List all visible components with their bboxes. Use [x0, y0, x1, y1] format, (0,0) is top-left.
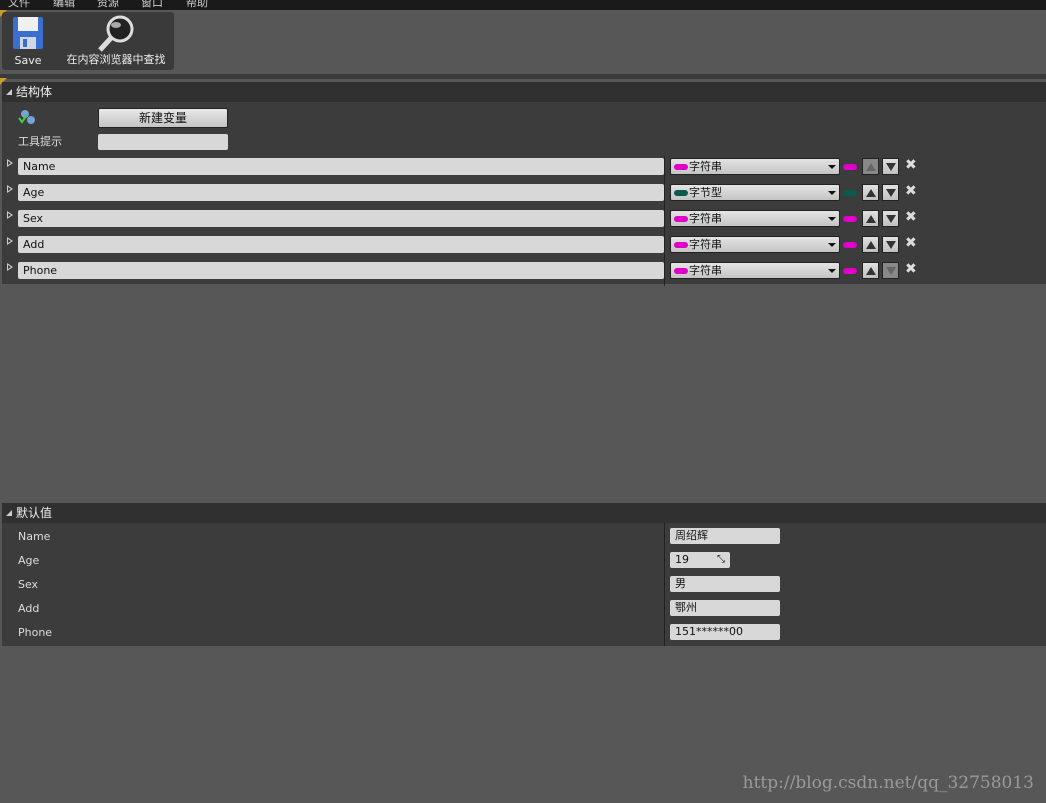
- find-label: 在内容浏览器中查找: [66, 53, 166, 66]
- type-pill-icon: [674, 242, 688, 248]
- type-label: 字符串: [689, 212, 722, 225]
- default-label: Sex: [18, 578, 39, 591]
- variable-type-select[interactable]: 字符串: [670, 236, 840, 253]
- variable-type-select[interactable]: 字符串: [670, 262, 840, 279]
- struct-panel-title: 结构体: [16, 85, 53, 99]
- variable-row: Add 字符串 ✖: [2, 234, 1046, 260]
- struct-panel: 新建变量 工具提示 Name 字符串 ✖ Age 字节型 ✖ Sex 字符串 ✖…: [2, 102, 1046, 286]
- move-down-button[interactable]: [882, 262, 899, 279]
- default-value-input[interactable]: 男: [670, 576, 780, 592]
- expand-arrow-icon[interactable]: [7, 159, 13, 167]
- delete-icon[interactable]: ✖: [905, 209, 917, 225]
- magnifier-icon: [98, 15, 134, 52]
- move-up-button[interactable]: [862, 262, 879, 279]
- separator: [0, 74, 1046, 79]
- move-up-button[interactable]: [862, 158, 879, 175]
- expand-arrow-icon[interactable]: [7, 185, 13, 193]
- toolbar: Save 在内容浏览器中查找: [2, 12, 174, 70]
- default-row: Name 周绍辉: [2, 525, 1046, 549]
- default-value-input[interactable]: 19 ⤡: [670, 552, 730, 568]
- variable-row: Name 字符串 ✖: [2, 156, 1046, 182]
- container-type-icon[interactable]: [843, 164, 857, 170]
- variable-type-select[interactable]: 字符串: [670, 210, 840, 227]
- delete-icon[interactable]: ✖: [905, 157, 917, 173]
- tooltip-input[interactable]: [98, 134, 228, 150]
- default-label: Age: [18, 554, 40, 567]
- move-down-button[interactable]: [882, 184, 899, 201]
- container-type-icon[interactable]: [843, 190, 857, 196]
- menu-file[interactable]: 文件: [8, 0, 30, 10]
- type-label: 字符串: [689, 264, 722, 277]
- floppy-disk-icon: [13, 17, 43, 49]
- expand-arrow-icon[interactable]: [7, 263, 13, 271]
- collapse-icon: [6, 89, 12, 95]
- container-type-icon[interactable]: [843, 242, 857, 248]
- dropdown-arrow-icon: [828, 165, 836, 169]
- move-up-button[interactable]: [862, 236, 879, 253]
- type-pill-icon: [674, 164, 688, 170]
- menu-edit[interactable]: 编辑: [53, 0, 75, 10]
- type-pill-icon: [674, 268, 688, 274]
- default-label: Phone: [18, 626, 53, 639]
- type-pill-icon: [674, 216, 688, 222]
- delete-icon[interactable]: ✖: [905, 183, 917, 199]
- default-row: Phone 151******00: [2, 621, 1046, 645]
- container-type-icon[interactable]: [843, 268, 857, 274]
- move-down-button[interactable]: [882, 158, 899, 175]
- variable-row: Phone 字符串 ✖: [2, 260, 1046, 286]
- container-type-icon[interactable]: [843, 216, 857, 222]
- dropdown-arrow-icon: [828, 217, 836, 221]
- defaults-panel-title: 默认值: [16, 506, 53, 520]
- type-label: 字符串: [689, 160, 722, 173]
- new-variable-button[interactable]: 新建变量: [98, 108, 228, 128]
- menu-bar: 文件 编辑 资源 窗口 帮助: [0, 0, 1046, 10]
- variable-type-select[interactable]: 字节型: [670, 184, 840, 201]
- default-value-input[interactable]: 鄂州: [670, 600, 780, 616]
- dropdown-arrow-icon: [828, 243, 836, 247]
- default-value-input[interactable]: 周绍辉: [670, 528, 780, 544]
- save-button[interactable]: Save: [4, 12, 52, 70]
- default-label: Name: [18, 530, 51, 543]
- type-pill-icon: [674, 190, 688, 196]
- expand-arrow-icon[interactable]: [7, 237, 13, 245]
- delete-icon[interactable]: ✖: [905, 235, 917, 251]
- move-down-button[interactable]: [882, 210, 899, 227]
- save-label: Save: [14, 54, 42, 67]
- watermark: http://blog.csdn.net/qq_32758013: [742, 773, 1034, 793]
- default-row: Sex 男: [2, 573, 1046, 597]
- default-row: Add 鄂州: [2, 597, 1046, 621]
- type-label: 字节型: [689, 186, 722, 199]
- variable-name-input[interactable]: Name: [18, 158, 664, 175]
- dropdown-arrow-icon: [828, 269, 836, 273]
- default-row: Age 19 ⤡: [2, 549, 1046, 573]
- menu-help[interactable]: 帮助: [186, 0, 208, 10]
- find-in-content-browser-button[interactable]: 在内容浏览器中查找: [58, 12, 174, 70]
- variable-name-input[interactable]: Sex: [18, 210, 664, 227]
- menu-asset[interactable]: 资源: [97, 0, 119, 10]
- menu-window[interactable]: 窗口: [141, 0, 163, 10]
- defaults-panel: Name 周绍辉 Age 19 ⤡ Sex 男 Add 鄂州 Phone 151*****…: [2, 523, 1046, 646]
- struct-panel-header[interactable]: 结构体: [2, 82, 1046, 102]
- type-label: 字符串: [689, 238, 722, 251]
- collapse-icon: [6, 510, 12, 516]
- variable-name-input[interactable]: Phone: [18, 262, 664, 279]
- variable-row: Sex 字符串 ✖: [2, 208, 1046, 234]
- delete-icon[interactable]: ✖: [905, 261, 917, 277]
- move-up-button[interactable]: [862, 184, 879, 201]
- defaults-panel-header[interactable]: 默认值: [2, 503, 1046, 523]
- dropdown-arrow-icon: [828, 191, 836, 195]
- variable-name-input[interactable]: Age: [18, 184, 664, 201]
- variable-type-select[interactable]: 字符串: [670, 158, 840, 175]
- gear-check-icon: [18, 110, 35, 124]
- default-value-input[interactable]: 151******00: [670, 624, 780, 640]
- move-up-button[interactable]: [862, 210, 879, 227]
- tooltip-label: 工具提示: [18, 135, 62, 148]
- expand-arrow-icon[interactable]: [7, 211, 13, 219]
- variable-name-input[interactable]: Add: [18, 236, 664, 253]
- move-down-button[interactable]: [882, 236, 899, 253]
- drag-resize-icon[interactable]: ⤡: [717, 552, 725, 568]
- default-label: Add: [18, 602, 40, 615]
- variable-row: Age 字节型 ✖: [2, 182, 1046, 208]
